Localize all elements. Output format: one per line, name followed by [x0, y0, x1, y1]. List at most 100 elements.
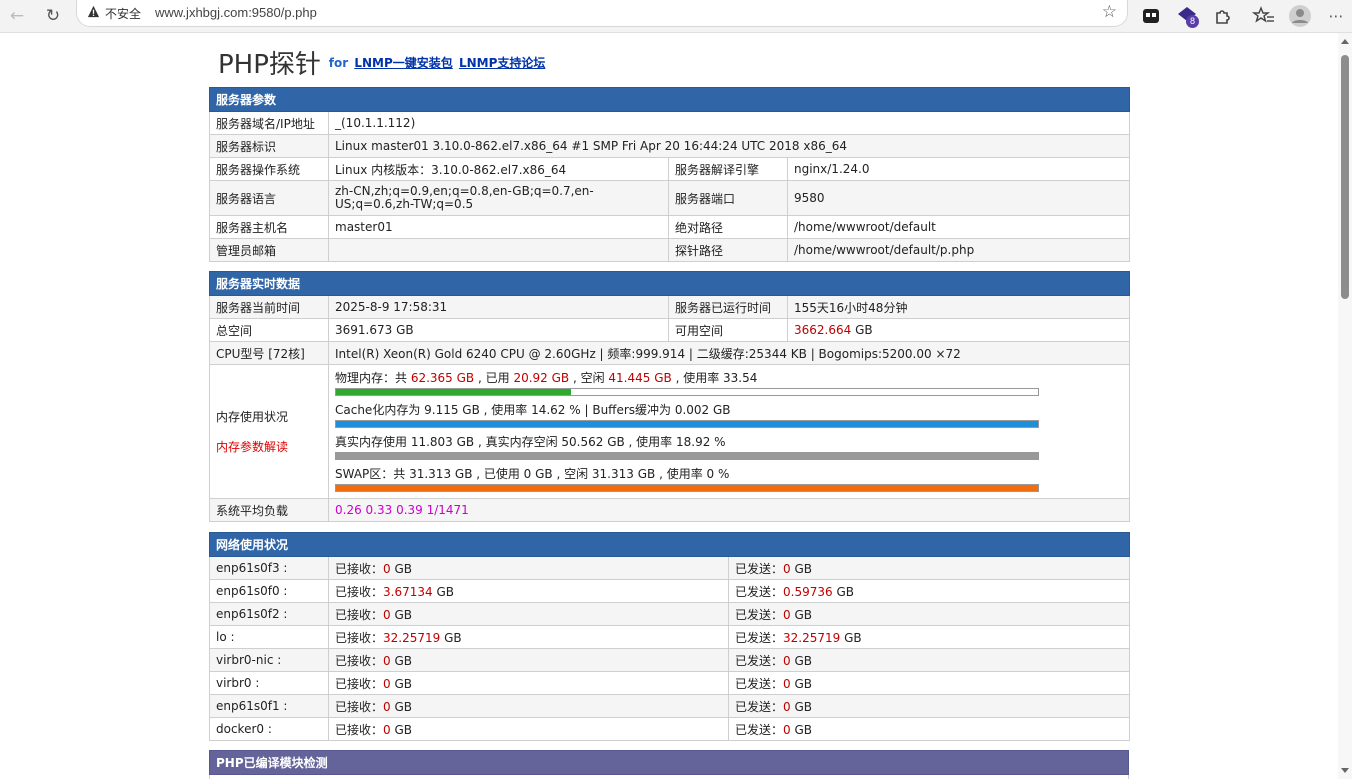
network-row: virbr0-nic : 已接收：0 GB 已发送：0 GB — [209, 648, 1131, 672]
network-row: enp61s0f0 : 已接收：3.67134 GB 已发送：0.59736 GB — [209, 579, 1131, 603]
port-label: 服务器端口 — [668, 180, 788, 216]
recv-value: 0 — [383, 653, 391, 668]
address-bar[interactable]: 不安全 www.jxhbgj.com:9580/p.php ☆ — [76, 0, 1128, 27]
iface-recv: 已接收：0 GB — [328, 694, 729, 718]
modules-table: PHP已编译模块检测 — [209, 750, 1129, 779]
sent-prefix: 已发送： — [735, 676, 784, 691]
iface-name: enp61s0f2 : — [209, 602, 329, 626]
cache-mem-bar-fill — [336, 420, 1038, 427]
cache-mem-bar — [335, 419, 1039, 428]
sent-value: 0 — [783, 676, 791, 691]
header-links: for LNMP一键安装包 LNMP支持论坛 — [329, 54, 546, 71]
hostname-label: 服务器主机名 — [209, 215, 329, 239]
recv-value: 0 — [383, 676, 391, 691]
iface-recv: 已接收：0 GB — [328, 556, 729, 580]
phys-mem-text: 物理内存：共 62.365 GB , 已用 20.92 GB , 空闲 41.4… — [335, 370, 1123, 386]
recv-unit: GB — [440, 630, 462, 645]
recv-prefix: 已接收： — [335, 653, 384, 668]
insecure-label: 不安全 — [105, 7, 142, 21]
swap-mem-bar-fill — [336, 484, 1038, 491]
sent-unit: GB — [790, 653, 813, 668]
page-title: PHP探针 — [218, 50, 321, 80]
profile-avatar-icon[interactable] — [1288, 4, 1312, 28]
sent-prefix: 已发送： — [735, 722, 784, 737]
sent-unit: GB — [790, 699, 813, 714]
phys-mem-total: 62.365 GB — [410, 370, 475, 385]
iface-name: enp61s0f0 : — [209, 579, 329, 603]
ident-value: Linux master01 3.10.0-862.el7.x86_64 #1 … — [327, 134, 1131, 158]
port-value: 9580 — [786, 180, 1131, 216]
url-text[interactable]: www.jxhbgj.com:9580/p.php — [155, 5, 317, 20]
memory-label-cell: 内存使用状况 内存参数解读 — [209, 364, 329, 499]
recv-unit: GB — [390, 676, 413, 691]
cpu-value: Intel(R) Xeon(R) Gold 6240 CPU @ 2.60GHz… — [327, 341, 1131, 365]
star-icon[interactable]: ☆ — [1102, 2, 1117, 22]
swap-mem-bar — [335, 483, 1039, 492]
total-space-value: 3691.673 GB — [328, 318, 669, 342]
sent-unit: GB — [790, 607, 813, 622]
uptime-label: 服务器已运行时间 — [668, 295, 788, 319]
iface-name: docker0 : — [209, 717, 329, 741]
sent-unit: GB — [790, 722, 813, 737]
page-scrollbar[interactable] — [1338, 33, 1352, 779]
reload-icon[interactable]: ↻ — [40, 3, 66, 29]
iface-sent: 已发送：0.59736 GB — [727, 579, 1131, 603]
sent-prefix: 已发送： — [735, 584, 784, 599]
iface-name: virbr0 : — [209, 671, 329, 695]
recv-value: 3.67134 — [383, 584, 433, 599]
sent-value: 32.25719 — [783, 630, 841, 645]
sent-prefix: 已发送： — [735, 653, 784, 668]
iface-recv: 已接收：0 GB — [328, 648, 729, 672]
recv-prefix: 已接收： — [335, 699, 384, 714]
memory-help-link[interactable]: 内存参数解读 — [216, 432, 322, 462]
sent-value: 0 — [783, 561, 791, 576]
puzzle-icon[interactable] — [1211, 4, 1235, 28]
more-menu-icon[interactable]: ⋯ — [1323, 3, 1349, 29]
extension-purple-icon[interactable]: 8 — [1175, 4, 1199, 28]
recv-unit: GB — [390, 607, 413, 622]
phys-mem-bar — [335, 387, 1039, 396]
cache-mem-block: Cache化内存为 9.115 GB , 使用率 14.62 % | Buffe… — [335, 402, 1123, 428]
recv-value: 0 — [383, 722, 391, 737]
scroll-up-arrow-icon[interactable] — [1341, 39, 1349, 44]
network-row: enp61s0f3 : 已接收：0 GB 已发送：0 GB — [209, 556, 1131, 580]
iface-sent: 已发送：0 GB — [727, 648, 1131, 672]
sent-prefix: 已发送： — [735, 607, 784, 622]
recv-prefix: 已接收： — [335, 676, 384, 691]
recv-value: 0 — [383, 699, 391, 714]
recv-value: 0 — [383, 561, 391, 576]
modules-body — [209, 774, 1129, 779]
favorites-icon[interactable] — [1252, 4, 1276, 28]
network-row: docker0 : 已接收：0 GB 已发送：0 GB — [209, 717, 1131, 741]
current-time-value: 2025-8-9 17:58:31 — [328, 295, 669, 319]
cache-mem-text: Cache化内存为 9.115 GB , 使用率 14.62 % | Buffe… — [335, 402, 731, 417]
back-arrow-icon[interactable]: ← — [4, 3, 30, 29]
swap-mem-text: SWAP区：共 31.313 GB , 已使用 0 GB , 空闲 31.313… — [335, 466, 730, 481]
phys-mem-usage: , 使用率 33.54 — [671, 370, 758, 385]
engine-label: 服务器解译引擎 — [668, 157, 788, 181]
iface-sent: 已发送：0 GB — [727, 694, 1131, 718]
admin-email-value — [328, 238, 669, 262]
iface-name: enp61s0f3 : — [209, 556, 329, 580]
sent-unit: GB — [840, 630, 862, 645]
recv-prefix: 已接收： — [335, 561, 384, 576]
scroll-thumb[interactable] — [1341, 55, 1349, 299]
lnmp-install-link[interactable]: LNMP一键安装包 — [354, 56, 452, 70]
recv-prefix: 已接收： — [335, 584, 384, 599]
sent-unit: GB — [790, 676, 813, 691]
total-space-label: 总空间 — [209, 318, 329, 342]
lnmp-forum-link[interactable]: LNMP支持论坛 — [459, 56, 545, 70]
extension-badge: 8 — [1186, 15, 1199, 28]
iface-sent: 已发送：0 GB — [727, 602, 1131, 626]
scroll-down-arrow-icon[interactable] — [1341, 768, 1349, 773]
realtime-table: 服务器实时数据 服务器当前时间 2025-8-9 17:58:31 服务器已运行… — [208, 271, 1131, 522]
recv-unit: GB — [390, 653, 413, 668]
network-row: enp61s0f1 : 已接收：0 GB 已发送：0 GB — [209, 694, 1131, 718]
iface-sent: 已发送：0 GB — [727, 671, 1131, 695]
realtime-heading: 服务器实时数据 — [208, 271, 1131, 296]
iface-sent: 已发送：32.25719 GB — [727, 625, 1131, 649]
free-space-label: 可用空间 — [668, 318, 788, 342]
real-mem-block: 真实内存使用 11.803 GB , 真实内存空闲 50.562 GB , 使用… — [335, 434, 1123, 460]
network-row: lo : 已接收：32.25719 GB 已发送：32.25719 GB — [209, 625, 1131, 649]
extension-dark-icon[interactable] — [1139, 4, 1163, 28]
